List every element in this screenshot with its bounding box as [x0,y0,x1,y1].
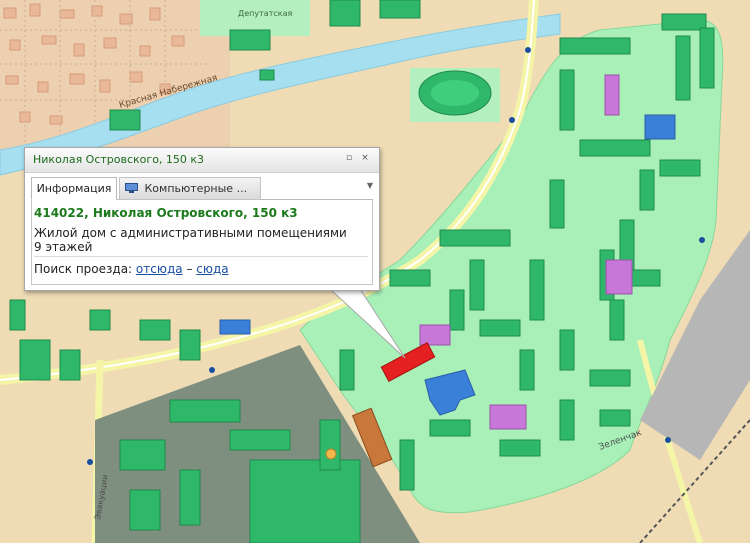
floors: 9 этажей [34,240,93,254]
tab-information[interactable]: Информация [31,177,117,200]
route-to-link[interactable]: сюда [196,262,228,276]
industrial-building-large [249,459,361,543]
stadium [410,68,500,122]
popup-content: 414022, Николая Островского, 150 к3 Жило… [31,200,373,285]
route-label: Поиск проезда: [34,262,133,276]
computer-icon [125,183,138,193]
route-search: Поиск проезда: отсюда – сюда [34,262,229,276]
address: 414022, Николая Островского, 150 к3 [34,206,298,220]
route-from-link[interactable]: отсюда [136,262,183,276]
route-dash: – [186,262,193,276]
tab-label: Информация [36,182,112,195]
divider [34,256,368,257]
popup-tabs: Информация Компьютерные ... ▼ [31,177,373,200]
info-popup: Николая Островского, 150 к3 ▫ × Информац… [24,147,380,291]
tab-menu-icon[interactable]: ▼ [367,181,373,190]
popup-title: Николая Островского, 150 к3 [33,153,205,166]
street-label: Депутатская [238,9,292,18]
close-icon[interactable]: × [359,152,371,164]
tab-label: Компьютерные ... [144,182,248,195]
tab-computer[interactable]: Компьютерные ... [119,177,261,200]
pin-icon[interactable]: ▫ [343,152,355,164]
place-marker-icon[interactable] [325,448,337,460]
popup-header: Николая Островского, 150 к3 ▫ × [25,148,379,173]
description: Жилой дом с административными помещениям… [34,226,347,240]
